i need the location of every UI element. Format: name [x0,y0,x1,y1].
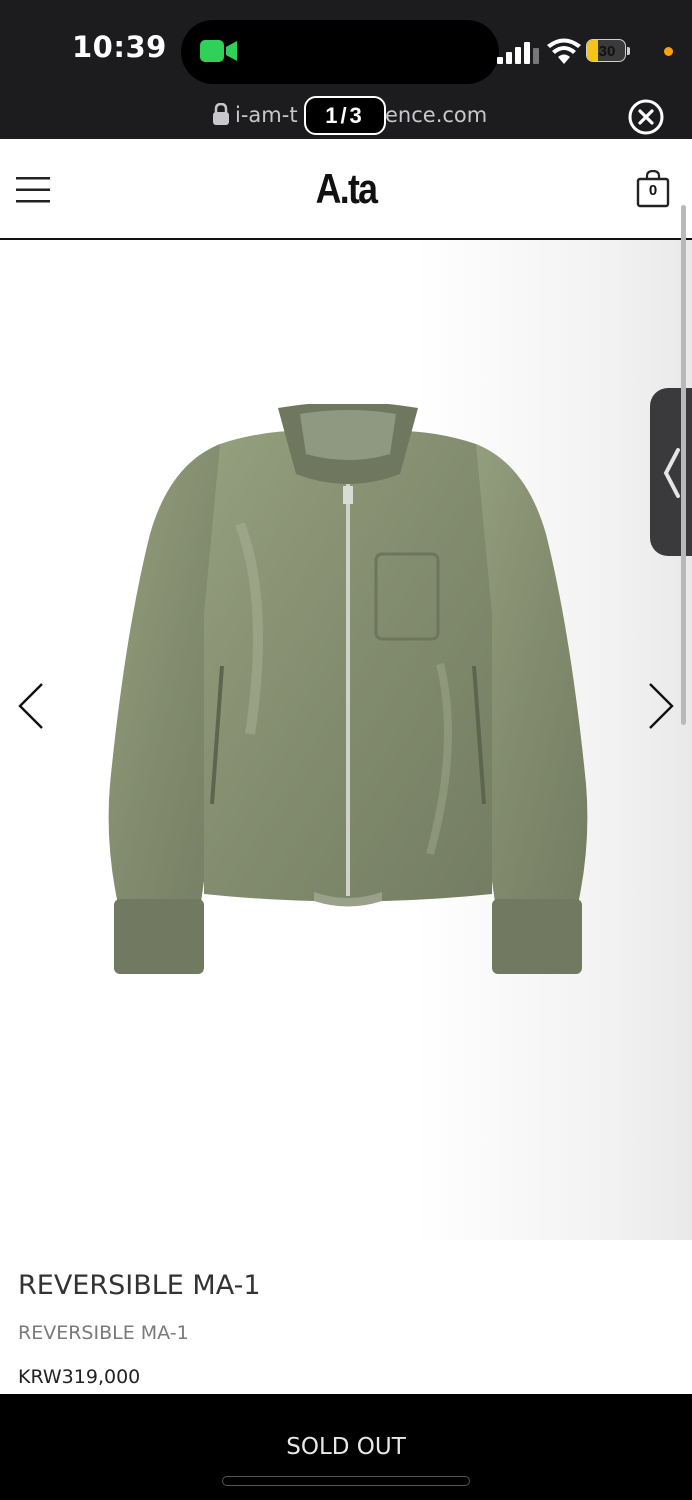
battery-level: 30 [598,43,616,60]
chevron-left-icon [663,448,680,498]
cart-count: 0 [648,182,658,199]
product-title: REVERSIBLE MA-1 [18,1270,261,1301]
wifi-icon [547,38,581,64]
sold-out-label: SOLD OUT [286,1434,406,1460]
scrollbar[interactable] [681,205,686,725]
home-indicator [222,1476,470,1486]
chevron-right-icon[interactable] [646,682,676,730]
product-price: KRW319,000 [18,1366,141,1388]
brand-logo[interactable]: A.ta [304,163,389,215]
privacy-indicator-dot [664,47,673,56]
product-subtitle: REVERSIBLE MA-1 [18,1322,189,1344]
cellular-signal-icon [497,42,539,64]
page-counter-badge: 1/3 [304,96,386,135]
sold-out-bar[interactable]: SOLD OUT [0,1394,692,1500]
menu-icon[interactable] [16,175,51,205]
status-time: 10:39 [72,30,167,64]
url-text-start: i-am-t [235,103,298,127]
battery-indicator: 30 [586,39,632,64]
product-image [108,404,588,974]
product-image-gallery[interactable] [0,240,692,1240]
browser-top-bar: 10:39 30 i-am-t ence.com 1/3 [0,0,692,139]
facetime-camera-icon [200,40,237,62]
site-header: A.ta 0 [0,139,692,240]
url-text-end: ence.com [385,103,488,127]
close-icon[interactable] [628,99,664,135]
lock-icon [213,103,229,125]
cart-button[interactable]: 0 [636,170,670,208]
chevron-left-icon[interactable] [16,682,46,730]
